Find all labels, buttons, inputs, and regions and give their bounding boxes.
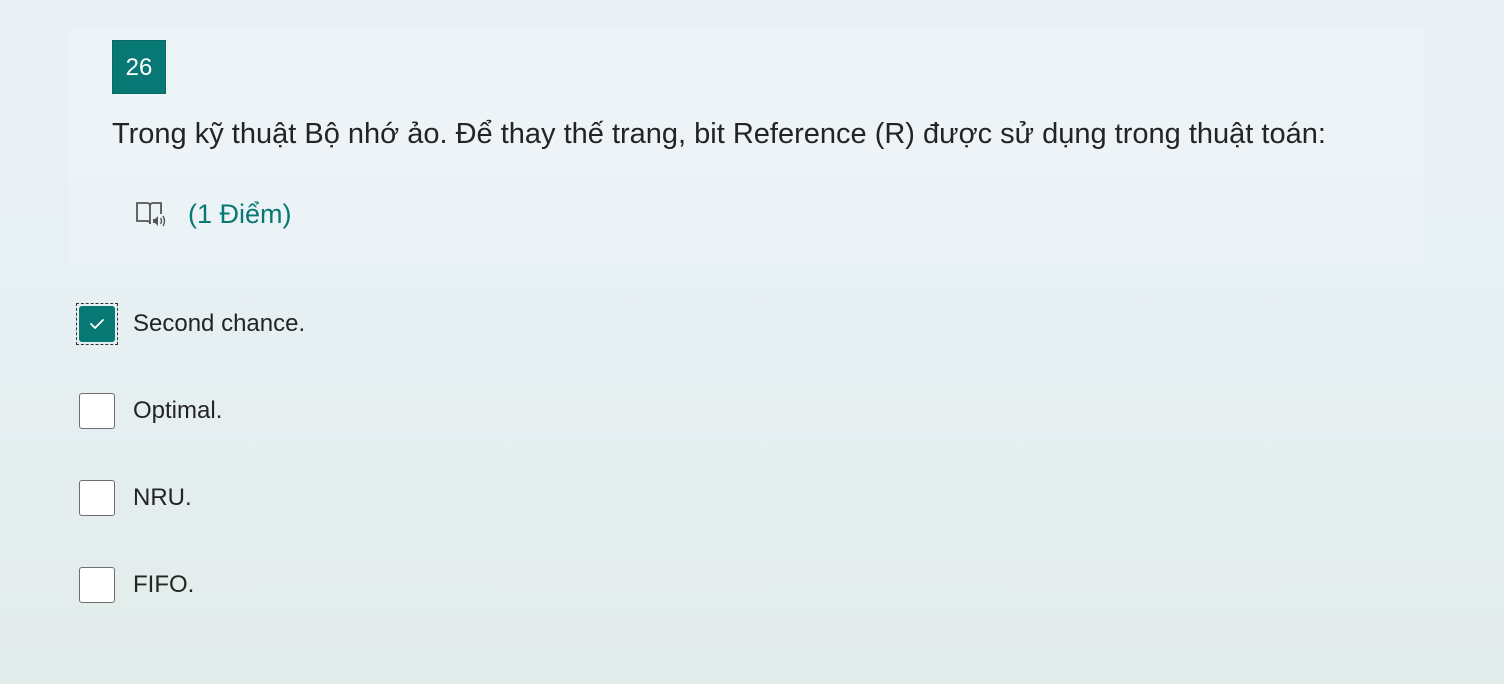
checkbox-fifo[interactable] [79,567,115,603]
options-list: Second chance. Optimal. NRU. FIFO. [76,302,305,650]
checkbox-optimal[interactable] [79,393,115,429]
option-label: NRU. [133,484,192,511]
option-label: Optimal. [133,397,223,424]
option-fifo[interactable]: FIFO. [76,563,305,607]
points-row: (1 Điểm) [134,196,292,232]
option-label: FIFO. [133,571,195,598]
question-text: Trong kỹ thuật Bộ nhớ ảo. Để thay thế tr… [112,118,1326,150]
option-nru[interactable]: NRU. [76,476,305,520]
option-label: Second chance. [133,310,306,337]
checkbox-second-chance[interactable] [79,306,115,342]
checkbox-wrap [76,390,118,432]
checkbox-focus-ring [76,303,118,345]
points-label: (1 Điểm) [188,198,292,229]
checkbox-wrap [76,477,118,519]
checkbox-nru[interactable] [79,480,115,516]
checkmark-icon [90,319,104,329]
immersive-reader-icon[interactable] [134,197,168,231]
question-number-badge: 26 [112,40,166,94]
option-second-chance[interactable]: Second chance. [76,302,305,346]
option-optimal[interactable]: Optimal. [76,389,305,433]
checkbox-wrap [76,564,118,606]
